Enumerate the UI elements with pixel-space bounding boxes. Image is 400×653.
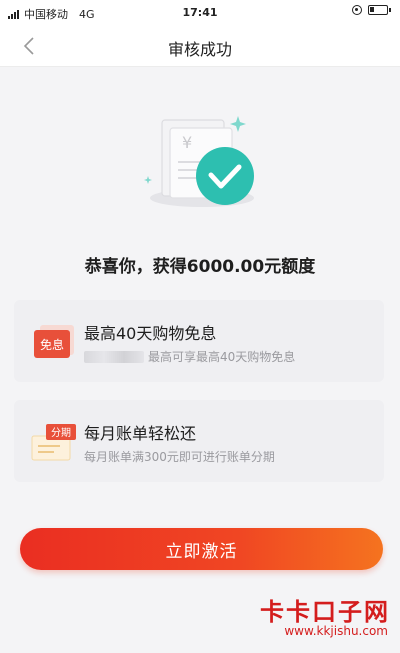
redacted-text xyxy=(84,351,144,363)
approval-success-illustration: ¥ xyxy=(144,116,254,207)
nav-bar: 审核成功 xyxy=(0,26,400,67)
status-right xyxy=(352,5,391,15)
benefit-card-interest-free: 免息 最高40天购物免息 最高可享最高40天购物免息 xyxy=(14,300,384,382)
page-title: 审核成功 xyxy=(167,40,232,59)
card-title: 每月账单轻松还 xyxy=(84,424,197,443)
installment-badge-icon: 分期 xyxy=(31,424,76,461)
card-subtitle: 每月账单满300元即可进行账单分期 xyxy=(84,450,275,464)
watermark-url: www.kkjishu.com xyxy=(284,624,388,638)
activate-button[interactable]: 立即激活 xyxy=(20,528,383,570)
status-time: 17:41 xyxy=(182,6,218,19)
card-subtitle-text: 最高可享最高40天购物免息 xyxy=(148,350,296,364)
badge-text: 分期 xyxy=(51,427,71,439)
check-circle-icon xyxy=(196,147,254,205)
svg-text:¥: ¥ xyxy=(182,133,192,152)
card-subtitle: 最高可享最高40天购物免息 xyxy=(84,348,295,365)
rotation-lock-icon xyxy=(352,5,362,15)
badge-text: 免息 xyxy=(40,337,64,352)
card-title: 最高40天购物免息 xyxy=(84,324,217,343)
status-bar: 中国移动 4G 17:41 xyxy=(0,0,400,26)
success-message: 恭喜你，获得6000.00元额度 xyxy=(84,257,316,277)
interest-free-badge-icon: 免息 xyxy=(34,325,74,358)
benefit-card-installment: 分期 每月账单轻松还 每月账单满300元即可进行账单分期 xyxy=(14,400,384,482)
watermark-logo: 卡卡口子网 xyxy=(260,598,390,626)
battery-icon xyxy=(368,5,391,15)
